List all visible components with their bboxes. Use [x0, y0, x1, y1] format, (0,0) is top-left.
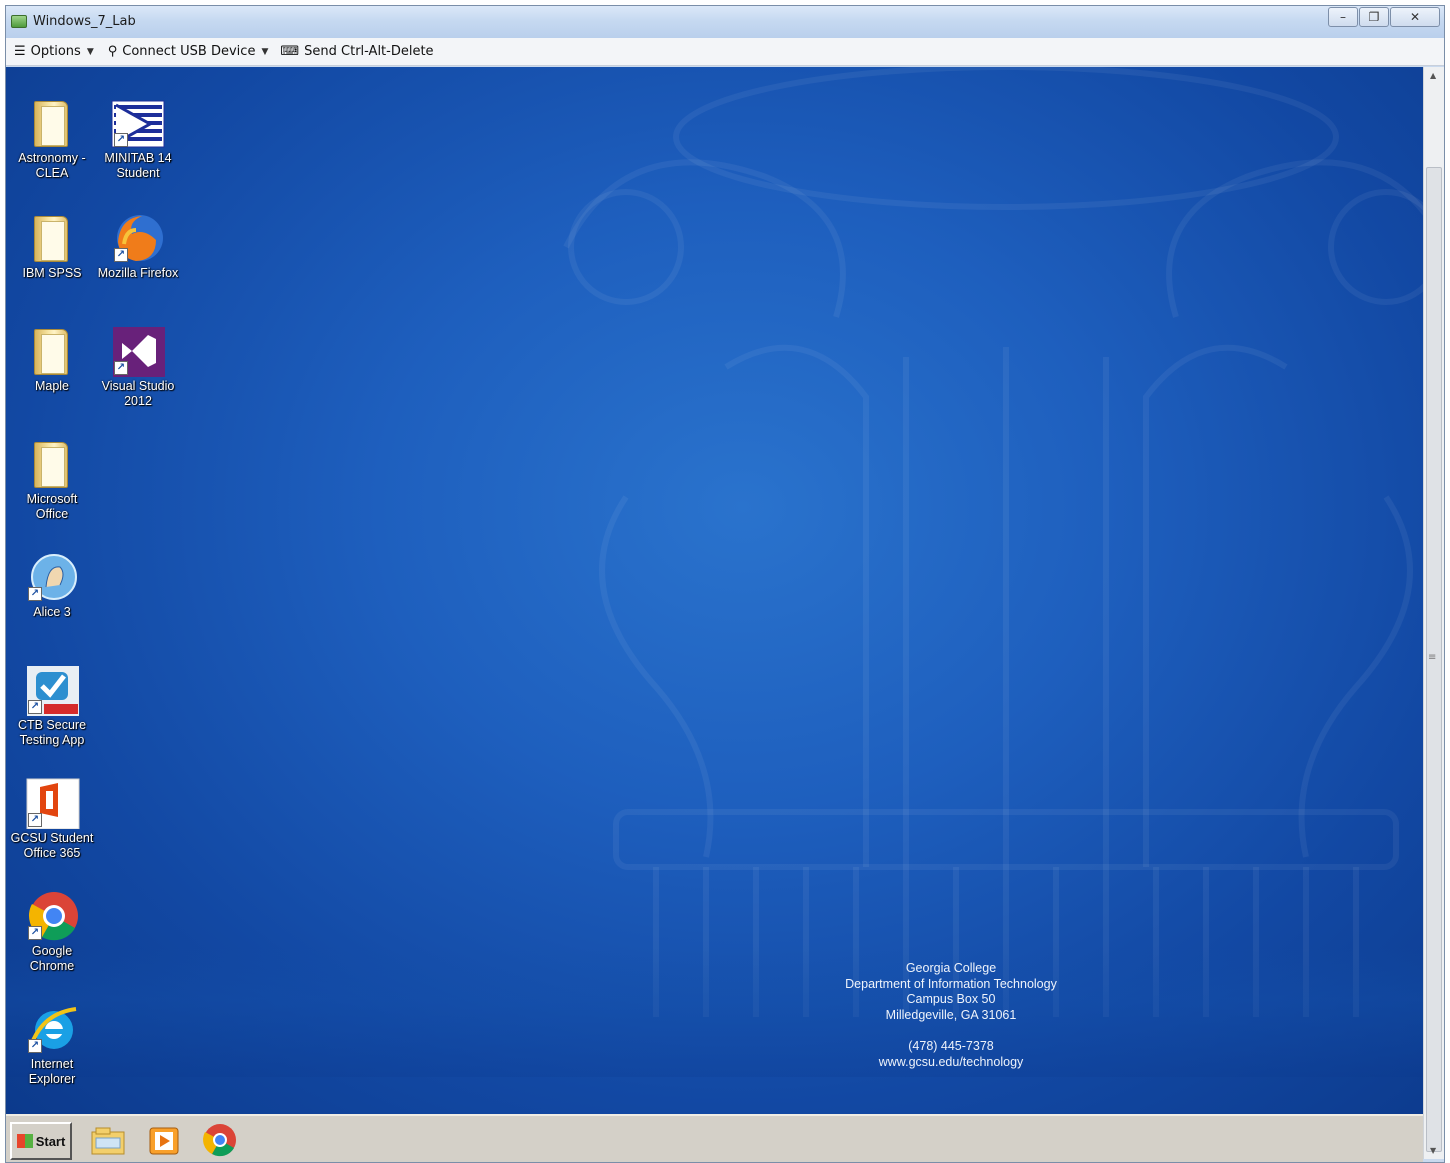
ie-icon: ↗ — [24, 1003, 80, 1055]
firefox-icon: ↗ — [110, 212, 166, 264]
folder-icon — [24, 325, 80, 377]
scroll-down-icon[interactable]: ▼ — [1430, 1146, 1436, 1155]
desktop-icon-maple[interactable]: Maple — [8, 325, 96, 394]
taskbar: Start — [6, 1114, 1423, 1162]
icon-label: Google Chrome — [29, 944, 75, 973]
vertical-scrollbar[interactable]: ▲ ≡ ▼ — [1423, 67, 1444, 1159]
cad-label: Send Ctrl-Alt-Delete — [304, 44, 434, 59]
window-controls: – ❐ ✕ — [1327, 7, 1440, 27]
ctb-icon: ↗ — [24, 664, 80, 716]
info-url: www.gcsu.edu/technology — [878, 1054, 1024, 1069]
info-line: Campus Box 50 — [906, 992, 996, 1007]
hamburger-icon: ☰ — [14, 44, 26, 59]
chevron-down-icon: ▼ — [86, 46, 94, 57]
desktop-icon-astronomy[interactable]: Astronomy - CLEA — [8, 97, 96, 181]
window-title: Windows_7_Lab — [33, 14, 136, 29]
icon-label: Mozilla Firefox — [97, 266, 179, 280]
desktop-icon-ibm-spss[interactable]: IBM SPSS — [8, 212, 96, 281]
desktop-icon-ctb-secure[interactable]: ↗ CTB Secure Testing App — [8, 664, 96, 748]
folder-icon — [24, 212, 80, 264]
usb-label: Connect USB Device — [122, 44, 256, 59]
send-ctrl-alt-delete-button[interactable]: ⌨ Send Ctrl-Alt-Delete — [280, 40, 433, 64]
icon-label: IBM SPSS — [22, 266, 82, 280]
icon-label: Maple — [34, 379, 70, 393]
desktop-icon-alice[interactable]: ↗ Alice 3 — [8, 551, 96, 620]
info-phone: (478) 445-7378 — [908, 1038, 994, 1053]
info-line: Georgia College — [905, 961, 997, 975]
app-icon — [11, 15, 27, 28]
info-line: Department of Information Technology — [845, 976, 1057, 991]
remote-desktop-window: Windows_7_Lab – ❐ ✕ ☰ Options ▼ ⚲ Connec… — [5, 5, 1445, 1163]
file-explorer-icon[interactable] — [90, 1122, 126, 1158]
minimize-button[interactable]: – — [1328, 7, 1358, 27]
icon-label: Visual Studio 2012 — [101, 379, 175, 408]
office365-icon: ↗ — [24, 777, 80, 830]
desktop-icon-chrome[interactable]: ↗ Google Chrome — [8, 890, 96, 974]
college-info: Georgia College Department of Informatio… — [806, 961, 1096, 1070]
footer-band — [6, 947, 1423, 1077]
icon-label: Internet Explorer — [28, 1057, 76, 1086]
grip-icon: ≡ — [1428, 652, 1437, 663]
desktop-icon-internet-explorer[interactable]: ↗ Internet Explorer — [8, 1003, 96, 1087]
desktop-icon-minitab[interactable]: ↗ MINITAB 14 Student — [94, 97, 182, 181]
icon-label: Astronomy - CLEA — [18, 151, 86, 180]
icon-label: MINITAB 14 Student — [104, 151, 172, 180]
folder-icon — [24, 97, 80, 149]
start-label: Start — [35, 1133, 66, 1149]
info-line: Milledgeville, GA 31061 — [885, 1007, 1017, 1022]
title-bar[interactable]: Windows_7_Lab – ❐ ✕ — [6, 6, 1444, 38]
visual-studio-icon: ↗ — [110, 325, 166, 377]
desktop-icon-visual-studio[interactable]: ↗ Visual Studio 2012 — [94, 325, 182, 409]
icon-label: Alice 3 — [33, 605, 71, 619]
keyboard-icon: ⌨ — [280, 44, 300, 59]
icon-label: Microsoft Office — [26, 492, 78, 521]
desktop[interactable]: Astronomy - CLEA ↗ MINITAB 14 Student IB… — [6, 67, 1423, 1114]
chevron-down-icon: ▼ — [261, 46, 269, 57]
desktop-icon-office365[interactable]: ↗ GCSU Student Office 365 — [8, 777, 96, 861]
connect-usb-menu[interactable]: ⚲ Connect USB Device ▼ — [108, 40, 269, 64]
alice-icon: ↗ — [24, 551, 80, 603]
windows-flag-icon — [16, 1134, 33, 1148]
usb-icon: ⚲ — [107, 44, 118, 59]
options-label: Options — [30, 44, 81, 59]
toolbar: ☰ Options ▼ ⚲ Connect USB Device ▼ ⌨ Sen… — [6, 38, 1444, 66]
minitab-icon: ↗ — [110, 97, 166, 149]
icon-label: GCSU Student Office 365 — [10, 831, 94, 860]
start-button[interactable]: Start — [10, 1122, 72, 1160]
media-player-icon[interactable] — [146, 1122, 182, 1158]
chrome-icon[interactable] — [202, 1122, 238, 1158]
folder-icon — [24, 438, 80, 490]
desktop-icon-firefox[interactable]: ↗ Mozilla Firefox — [94, 212, 182, 281]
scroll-up-icon[interactable]: ▲ — [1430, 71, 1436, 80]
chrome-icon: ↗ — [24, 890, 80, 942]
options-menu[interactable]: ☰ Options ▼ — [14, 40, 94, 64]
icon-label: CTB Secure Testing App — [17, 718, 87, 747]
maximize-button[interactable]: ❐ — [1359, 7, 1389, 27]
close-button[interactable]: ✕ — [1390, 7, 1440, 27]
desktop-icon-microsoft-office[interactable]: Microsoft Office — [8, 438, 96, 522]
